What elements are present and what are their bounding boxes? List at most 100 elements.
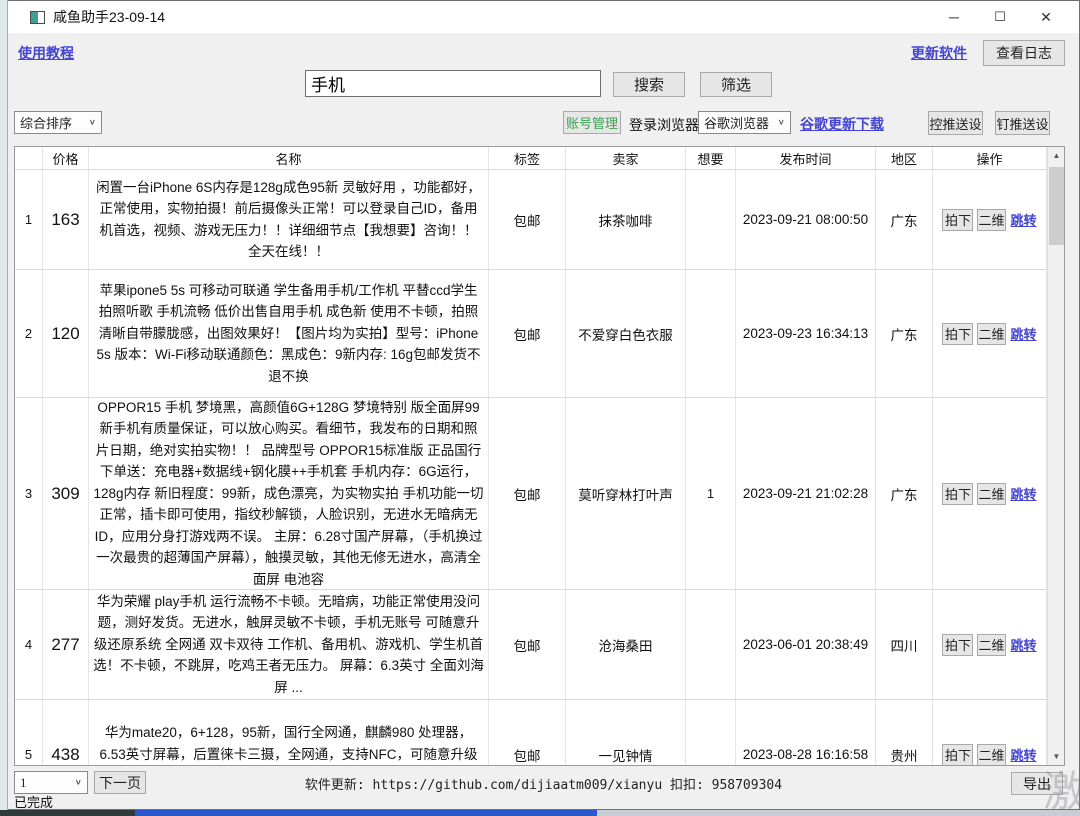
table-row[interactable]: 2 120 苹果ipone5 5s 可移动可联通 学生备用手机/工作机 平替cc… xyxy=(15,270,1047,398)
buy-button[interactable]: 拍下 xyxy=(942,323,973,345)
row-publish-time: 2023-09-23 16:34:13 xyxy=(736,270,876,397)
scrollbar-thumb[interactable] xyxy=(1049,167,1064,245)
row-price: 309 xyxy=(43,398,89,589)
row-want-count xyxy=(686,590,736,699)
close-button[interactable]: ✕ xyxy=(1023,1,1069,33)
row-number: 3 xyxy=(15,398,43,589)
header-region: 地区 xyxy=(876,147,933,169)
tutorial-link[interactable]: 使用教程 xyxy=(18,43,74,63)
row-tag: 包邮 xyxy=(489,590,566,699)
header-want: 想要 xyxy=(686,147,736,169)
wechat-push-settings-button[interactable]: 控推送设 xyxy=(928,111,983,135)
table-row[interactable]: 1 163 闲置一台iPhone 6S内存是128g成色95新 灵敏好用 ，功能… xyxy=(15,170,1047,270)
row-want-count xyxy=(686,170,736,269)
row-number: 5 xyxy=(15,700,43,765)
table-row[interactable]: 3 309 OPPOR15 手机 梦境黑，高颜值6G+128G 梦境特别 版全面… xyxy=(15,398,1047,590)
buy-button[interactable]: 拍下 xyxy=(942,744,973,766)
row-seller: 不爱穿白色衣服 xyxy=(566,270,686,397)
toolbar: 综合排序 ∨ 账号管理 登录浏览器: 谷歌浏览器 ∨ 谷歌更新下载 控推送设 钉… xyxy=(8,109,1079,137)
row-number: 2 xyxy=(15,270,43,397)
row-tag: 包邮 xyxy=(489,700,566,765)
app-window: 咸鱼助手23-09-14 ─ ☐ ✕ 使用教程 更新软件 查看日志 搜索 筛选 … xyxy=(8,0,1080,810)
row-tag: 包邮 xyxy=(489,270,566,397)
row-item-name: 苹果ipone5 5s 可移动可联通 学生备用手机/工作机 平替ccd学生拍照听… xyxy=(89,270,489,397)
row-seller: 一见钟情 xyxy=(566,700,686,765)
row-publish-time: 2023-09-21 21:02:28 xyxy=(736,398,876,589)
browser-select[interactable]: 谷歌浏览器 ∨ xyxy=(698,111,791,134)
qrcode-button[interactable]: 二维码 xyxy=(977,744,1006,766)
login-browser-label: 登录浏览器: xyxy=(629,115,703,135)
row-region: 四川 xyxy=(876,590,933,699)
row-seller: 沧海桑田 xyxy=(566,590,686,699)
buy-button[interactable]: 拍下 xyxy=(942,634,973,656)
jump-link[interactable]: 跳转 xyxy=(1010,484,1036,503)
links-bar: 使用教程 更新软件 查看日志 xyxy=(8,33,1079,67)
row-price: 277 xyxy=(43,590,89,699)
jump-link[interactable]: 跳转 xyxy=(1010,635,1036,654)
qrcode-button[interactable]: 二维码 xyxy=(977,483,1006,505)
row-region: 广东 xyxy=(876,170,933,269)
table-row[interactable]: 4 277 华为荣耀 play手机 运行流畅不卡顿。无暗病，功能正常使用没问题，… xyxy=(15,590,1047,700)
table-header-row: 价格 名称 标签 卖家 想要 发布时间 地区 操作 xyxy=(15,147,1047,170)
row-region: 广东 xyxy=(876,270,933,397)
qrcode-button[interactable]: 二维码 xyxy=(977,634,1006,656)
row-item-name: OPPOR15 手机 梦境黑，高颜值6G+128G 梦境特别 版全面屏99新手机… xyxy=(89,398,489,589)
view-log-button[interactable]: 查看日志 xyxy=(983,40,1065,66)
row-publish-time: 2023-09-21 08:00:50 xyxy=(736,170,876,269)
table-row[interactable]: 5 438 华为mate20，6+128，95新，国行全网通，麒麟980 处理器… xyxy=(15,700,1047,765)
background-window-edge xyxy=(0,0,8,810)
chevron-down-icon: ∨ xyxy=(778,118,785,127)
row-tag: 包邮 xyxy=(489,398,566,589)
row-publish-time: 2023-08-28 16:16:58 xyxy=(736,700,876,765)
titlebar[interactable]: 咸鱼助手23-09-14 ─ ☐ ✕ xyxy=(8,1,1079,33)
header-price: 价格 xyxy=(43,147,89,169)
update-software-link[interactable]: 更新软件 xyxy=(911,43,967,63)
qrcode-button[interactable]: 二维码 xyxy=(977,209,1006,231)
row-want-count xyxy=(686,700,736,765)
search-input[interactable] xyxy=(305,70,601,97)
row-item-name: 华为荣耀 play手机 运行流畅不卡顿。无暗病，功能正常使用没问题，测好发货。无… xyxy=(89,590,489,699)
app-icon xyxy=(30,11,45,24)
row-price: 163 xyxy=(43,170,89,269)
footer-bar: 1 ∨ 下一页 软件更新: https://github.com/dijiaat… xyxy=(8,769,1079,795)
scroll-up-icon[interactable]: ▲ xyxy=(1048,147,1065,164)
row-want-count xyxy=(686,270,736,397)
filter-button[interactable]: 筛选 xyxy=(700,72,772,97)
row-item-name: 闲置一台iPhone 6S内存是128g成色95新 灵敏好用 ，功能都好，正常使… xyxy=(89,170,489,269)
export-button[interactable]: 导出 xyxy=(1011,772,1063,795)
chrome-download-link[interactable]: 谷歌更新下载 xyxy=(800,114,884,134)
row-seller: 抹茶咖啡 xyxy=(566,170,686,269)
sort-select[interactable]: 综合排序 ∨ xyxy=(14,111,102,134)
buy-button[interactable]: 拍下 xyxy=(942,209,973,231)
dingtalk-push-settings-button[interactable]: 钉推送设 xyxy=(995,111,1050,135)
qrcode-button[interactable]: 二维码 xyxy=(977,323,1006,345)
header-seller: 卖家 xyxy=(566,147,686,169)
header-tag: 标签 xyxy=(489,147,566,169)
buy-button[interactable]: 拍下 xyxy=(942,483,973,505)
status-text: 已完成 xyxy=(14,792,53,811)
row-want-count: 1 xyxy=(686,398,736,589)
row-publish-time: 2023-06-01 20:38:49 xyxy=(736,590,876,699)
jump-link[interactable]: 跳转 xyxy=(1010,324,1036,343)
maximize-button[interactable]: ☐ xyxy=(977,1,1023,33)
row-number: 4 xyxy=(15,590,43,699)
jump-link[interactable]: 跳转 xyxy=(1010,210,1036,229)
scroll-down-icon[interactable]: ▼ xyxy=(1048,748,1065,765)
search-button[interactable]: 搜索 xyxy=(613,72,685,97)
header-row-number xyxy=(15,147,43,169)
table-body: 1 163 闲置一台iPhone 6S内存是128g成色95新 灵敏好用 ，功能… xyxy=(15,170,1047,765)
header-name: 名称 xyxy=(89,147,489,169)
row-price: 438 xyxy=(43,700,89,765)
software-update-info: 软件更新: https://github.com/dijiaatm009/xia… xyxy=(8,774,1079,793)
minimize-button[interactable]: ─ xyxy=(931,1,977,33)
row-seller: 莫听穿林打叶声 xyxy=(566,398,686,589)
table-scrollbar[interactable]: ▲ ▼ xyxy=(1047,147,1064,765)
window-title: 咸鱼助手23-09-14 xyxy=(53,7,165,27)
chevron-down-icon: ∨ xyxy=(89,118,96,127)
jump-link[interactable]: 跳转 xyxy=(1010,745,1036,764)
row-price: 120 xyxy=(43,270,89,397)
account-manage-button[interactable]: 账号管理 xyxy=(563,111,621,134)
header-publish-time: 发布时间 xyxy=(736,147,876,169)
search-row: 搜索 筛选 xyxy=(8,69,1079,99)
row-region: 贵州 xyxy=(876,700,933,765)
